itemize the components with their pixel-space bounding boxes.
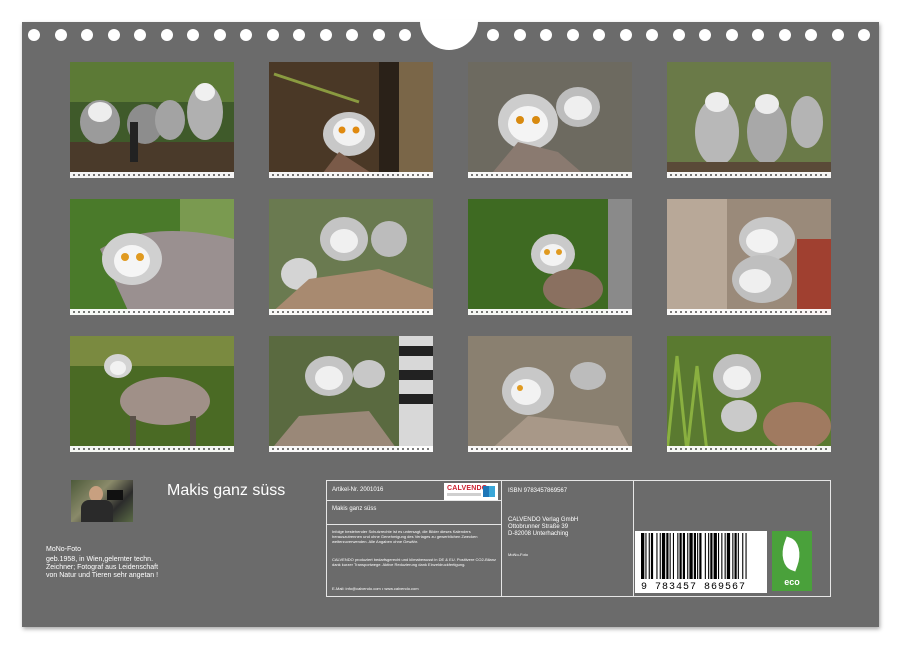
barcode-bar — [677, 533, 679, 579]
barcode-bar — [648, 533, 650, 579]
binding-hole — [187, 29, 199, 41]
author-name: MoNo-Foto — [46, 546, 82, 553]
barcode-bar — [742, 533, 744, 579]
barcode-bar — [666, 533, 669, 579]
barcode-bar — [682, 533, 685, 579]
barcode-bar — [656, 533, 658, 579]
binding-hole — [319, 29, 332, 41]
binding-hole — [672, 29, 685, 41]
binding-hole — [28, 29, 40, 41]
barcode-bar — [689, 533, 693, 579]
binding-hole — [619, 29, 632, 41]
barcode-bar — [737, 533, 739, 579]
author-small-label: MoNo-Foto — [508, 552, 529, 557]
binding-hole — [805, 29, 817, 41]
lemur-photo-12 — [667, 336, 831, 452]
isbn-barcode: 9 783457 869567 — [635, 531, 767, 593]
binding-hole — [778, 29, 791, 41]
leaf-icon — [776, 536, 806, 572]
binding-hole — [372, 29, 385, 41]
article-title: Makis ganz süss — [332, 506, 377, 512]
binding-hole — [725, 29, 738, 41]
barcode-bar — [679, 533, 682, 579]
binding-hole — [134, 29, 146, 41]
barcode-bar — [710, 533, 713, 579]
barcode-bar — [687, 533, 689, 579]
binding-hole — [266, 29, 279, 41]
lemur-photo-3 — [468, 62, 632, 178]
lemur-photo-8 — [667, 199, 831, 315]
barcode-bar — [659, 533, 661, 579]
barcode-bar — [641, 533, 645, 579]
binding-hole — [293, 29, 305, 41]
lemur-photo-6 — [269, 199, 433, 315]
copyright-notice: Infolge bestehender Schutzrechte ist es … — [332, 529, 478, 544]
barcode-bar — [699, 533, 702, 579]
barcode-bar — [672, 533, 674, 579]
isbn-number: ISBN 9783457869567 — [508, 488, 568, 494]
eco-badge: eco — [772, 531, 812, 591]
binding-hole — [81, 29, 93, 41]
barcode-bar — [734, 533, 737, 579]
binding-hole — [213, 29, 226, 41]
binding-hole — [566, 29, 579, 41]
lemur-photo-5 — [70, 199, 234, 315]
binding-hole — [399, 29, 411, 41]
eco-notice: CALVENDO produziert bedarfsgerecht und k… — [332, 557, 496, 567]
contact-info: E-Mail: info@calvendo.com • www.calvendo… — [332, 586, 419, 591]
barcode-bar — [708, 533, 710, 579]
barcode-bar — [650, 533, 654, 579]
binding-hole — [240, 29, 252, 41]
binding-hole — [346, 29, 358, 41]
publisher-name: CALVENDO Verlag GmbH — [508, 517, 579, 523]
publisher-city: D-82008 Unterhaching — [508, 531, 569, 537]
barcode-bar — [724, 533, 726, 579]
barcode-bar — [732, 533, 734, 579]
binding-hole — [593, 29, 605, 41]
binding-hole — [487, 29, 499, 41]
lemur-photo-1 — [70, 62, 234, 178]
binding-hole — [858, 29, 870, 41]
binding-hole — [646, 29, 658, 41]
article-number: Artikel-Nr. 2001016 — [332, 487, 384, 493]
barcode-bar — [745, 533, 747, 579]
lemur-photo-10 — [269, 336, 433, 452]
binding-hole — [107, 29, 120, 41]
author-portrait — [71, 480, 133, 522]
publisher-street: Ottobrunner Straße 39 — [508, 524, 569, 530]
binding-hole — [513, 29, 526, 41]
barcode-bar — [661, 533, 666, 579]
lemur-photo-2 — [269, 62, 433, 178]
calendar-back-page: Makis ganz süss MoNo-Foto geb.1958, in W… — [22, 20, 879, 627]
lemur-photo-4 — [667, 62, 831, 178]
barcode-digits: 9 783457 869567 — [641, 582, 747, 593]
barcode-bar — [704, 533, 706, 579]
barcode-bar — [645, 533, 647, 579]
barcode-bar — [697, 533, 699, 579]
binding-hole — [160, 29, 173, 41]
barcode-bar — [669, 533, 671, 579]
binding-hole — [699, 29, 711, 41]
binding-hole — [540, 29, 552, 41]
barcode-bar — [721, 533, 723, 579]
barcode-bar — [713, 533, 717, 579]
barcode-bar — [718, 533, 720, 579]
binding-hole — [752, 29, 764, 41]
publisher-box — [502, 480, 634, 597]
binding-hole — [831, 29, 844, 41]
lemur-photo-7 — [468, 199, 632, 315]
author-bio: geb.1958, in Wien,gelernter techn. Zeich… — [46, 556, 159, 579]
binding-hole — [54, 29, 67, 41]
barcode-bars — [641, 533, 747, 579]
lemur-photo-11 — [468, 336, 632, 452]
barcode-bar — [726, 533, 731, 579]
lemur-photo-9 — [70, 336, 234, 452]
calendar-title: Makis ganz süss — [167, 482, 286, 499]
barcode-bar — [693, 533, 696, 579]
calvendo-logo: CALVENDO — [444, 483, 498, 500]
